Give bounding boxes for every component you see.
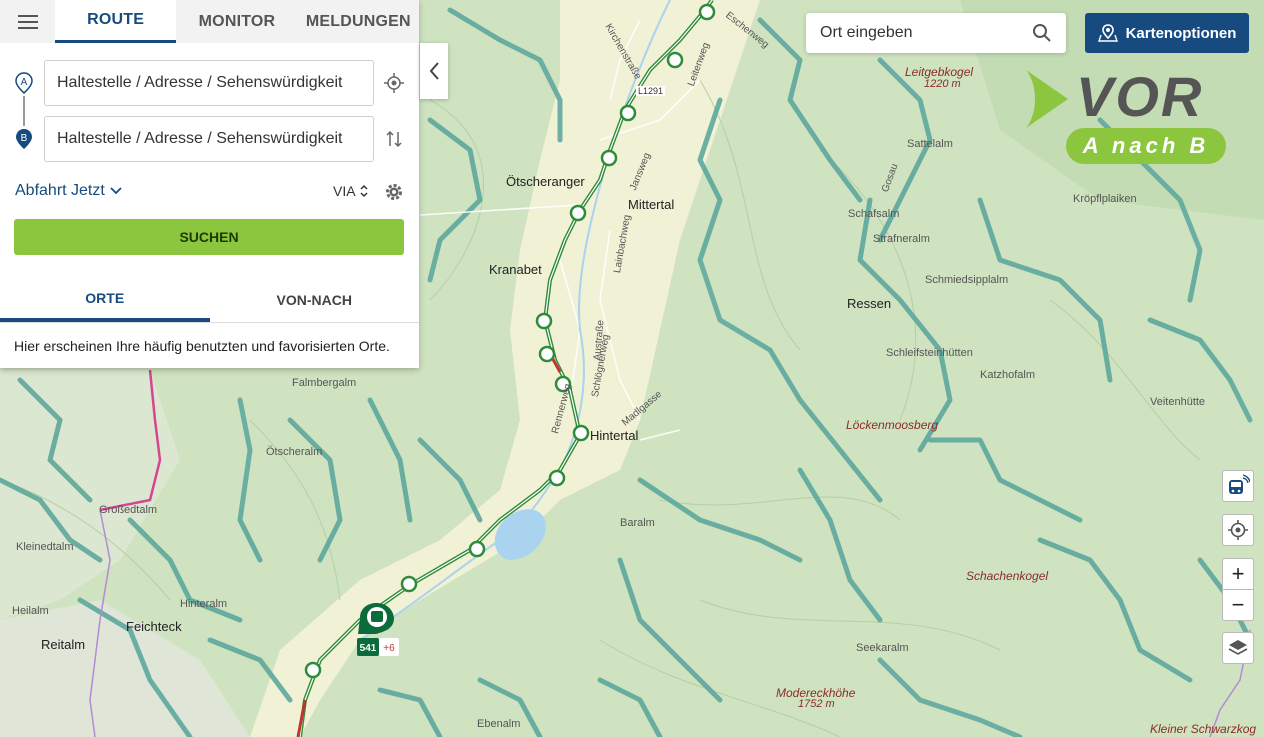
map-label-minor: Baralm xyxy=(620,517,655,529)
search-icon[interactable] xyxy=(1032,23,1052,43)
departure-selector[interactable]: Abfahrt Jetzt xyxy=(15,182,123,200)
vor-logo-badge: A nach B xyxy=(1066,128,1226,164)
map-options-button[interactable]: Kartenoptionen xyxy=(1085,13,1249,53)
route-panel: ROUTE MONITOR MELDUNGEN A B Haltestelle … xyxy=(0,0,419,368)
crosshair-icon xyxy=(1228,520,1248,540)
map-label-minor: Heilalm xyxy=(12,605,49,617)
station-marker-line: 541 xyxy=(360,643,377,654)
place-search-text: Ort eingeben xyxy=(820,24,913,41)
map-label-elevation: 1220 m xyxy=(924,78,961,90)
map-label-minor: Hinteralm xyxy=(180,598,228,610)
layers-icon xyxy=(1228,640,1248,655)
map-label-minor: Kleinedtalm xyxy=(16,541,74,553)
map-label-major: Ressen xyxy=(847,296,892,311)
pin-a-label: A xyxy=(21,77,28,88)
tab-orte[interactable]: ORTE xyxy=(0,278,210,322)
to-input[interactable]: Haltestelle / Adresse / Sehenswürdigkeit xyxy=(44,116,374,162)
zoom-out-button[interactable]: − xyxy=(1222,589,1254,621)
tab-von-nach[interactable]: VON-NACH xyxy=(210,278,420,322)
map-label-town: Hintertal xyxy=(590,428,639,443)
vor-logo-sub: A nach B xyxy=(1082,133,1210,158)
map-label-street: L1291 xyxy=(636,86,666,96)
map-label-major: Kranabet xyxy=(489,262,542,277)
chevron-left-icon xyxy=(429,62,439,80)
place-search-input[interactable]: Ort eingeben xyxy=(806,13,1066,53)
map-label-major: Feichteck xyxy=(126,619,182,634)
updown-icon xyxy=(360,184,368,198)
tab-monitor[interactable]: MONITOR xyxy=(176,0,297,43)
menu-button[interactable] xyxy=(0,0,55,43)
zoom-in-button[interactable]: + xyxy=(1222,558,1254,590)
bus-live-icon xyxy=(1229,474,1250,494)
map-label-major: Ötscheranger xyxy=(506,174,585,189)
map-label-minor: Großedtalm xyxy=(99,504,158,516)
locate-icon[interactable] xyxy=(384,73,404,93)
map-label-minor: Veitenhütte xyxy=(1150,396,1206,408)
map-label-peak: Leitgebkogel xyxy=(905,65,974,79)
map-label-peak: Kleiner Schwarzkog xyxy=(1150,722,1257,736)
map-label-minor: Ebenalm xyxy=(477,718,521,730)
chevron-down-icon xyxy=(110,187,122,195)
map-label-minor: Seekaralm xyxy=(856,642,909,654)
from-input[interactable]: Haltestelle / Adresse / Sehenswürdigkeit xyxy=(44,60,374,106)
vor-chevron-icon xyxy=(1026,70,1068,128)
favorites-hint: Hier erscheinen Ihre häufig benutzten un… xyxy=(14,338,390,354)
vor-logo: VOR A nach B xyxy=(1024,66,1234,170)
map-label-minor: Schmiedsipplalm xyxy=(925,274,1009,286)
hamburger-icon xyxy=(17,14,38,29)
live-bus-button[interactable] xyxy=(1222,470,1254,502)
station-marker-extra: +6 xyxy=(383,643,395,654)
map-label-major: Mittertal xyxy=(628,197,675,212)
departure-label: Abfahrt Jetzt xyxy=(15,182,105,199)
map-label-minor: Katzhofalm xyxy=(980,369,1036,381)
tab-meldungen[interactable]: MELDUNGEN xyxy=(298,0,419,43)
sub-tabs: ORTE VON-NACH xyxy=(0,278,419,322)
pin-connector xyxy=(23,96,25,126)
pin-a-icon: A xyxy=(15,72,33,94)
map-label-minor: Ötscheralm xyxy=(266,446,323,458)
my-location-button[interactable] xyxy=(1222,514,1254,546)
map-label-minor: Falmbergalm xyxy=(292,377,357,389)
map-options-label: Kartenoptionen xyxy=(1125,24,1237,42)
map-label-minor: Kröpflplaiken xyxy=(1073,193,1137,205)
via-label: VIA xyxy=(333,183,356,199)
map-layers-pin-icon xyxy=(1097,24,1118,42)
gear-icon[interactable] xyxy=(384,182,404,202)
via-toggle[interactable]: VIA xyxy=(333,183,369,199)
vor-logo-text: VOR xyxy=(1076,65,1204,128)
map-label-minor: Schleifsteinhütten xyxy=(886,347,973,359)
map-label-minor: Strafneralm xyxy=(873,233,930,245)
swap-icon[interactable] xyxy=(386,130,402,148)
map-label-minor: Schafsalm xyxy=(848,208,900,220)
map-label-peak: Schachenkogel xyxy=(966,569,1049,583)
layers-button[interactable] xyxy=(1222,632,1254,664)
map-label-peak: Löckenmoosberg xyxy=(846,418,939,432)
tab-route[interactable]: ROUTE xyxy=(55,0,177,43)
map-label-elevation: 1752 m xyxy=(798,698,835,710)
map-label-major: Reitalm xyxy=(41,637,86,652)
main-tabs: ROUTE MONITOR MELDUNGEN xyxy=(0,0,419,43)
map-label-minor: Sattelalm xyxy=(907,138,953,150)
subtab-divider xyxy=(0,322,419,323)
collapse-panel-button[interactable] xyxy=(420,43,448,99)
search-button[interactable]: SUCHEN xyxy=(14,219,404,255)
pin-b-label: B xyxy=(21,133,28,144)
pin-b-icon: B xyxy=(16,129,32,149)
